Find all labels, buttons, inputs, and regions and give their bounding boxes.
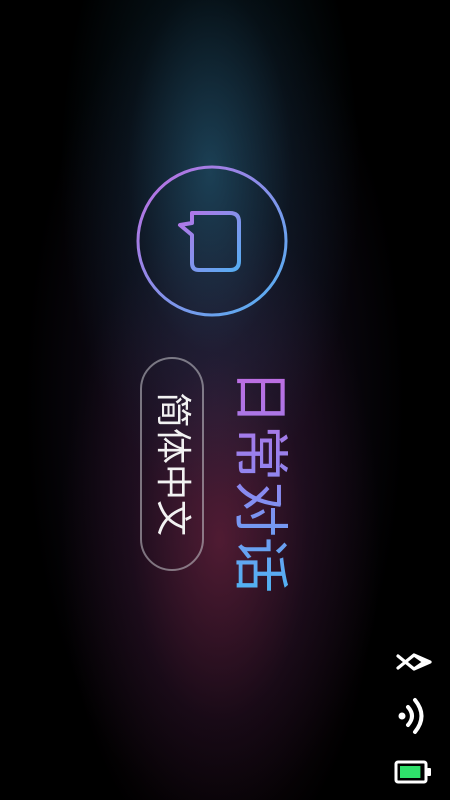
- language-button-label: 简体中文: [152, 391, 193, 537]
- page-title: 日常对话: [227, 365, 292, 597]
- app-screen: 日常对话 简体中文: [0, 0, 450, 800]
- wifi-icon: [394, 692, 434, 740]
- language-button[interactable]: 简体中文: [140, 357, 204, 571]
- battery-icon: [394, 760, 434, 784]
- bluetooth-icon: [394, 646, 434, 678]
- battery-level-fill: [400, 766, 421, 778]
- chat-bubble-icon[interactable]: [136, 165, 288, 317]
- page-title-text: 日常对话: [227, 369, 292, 593]
